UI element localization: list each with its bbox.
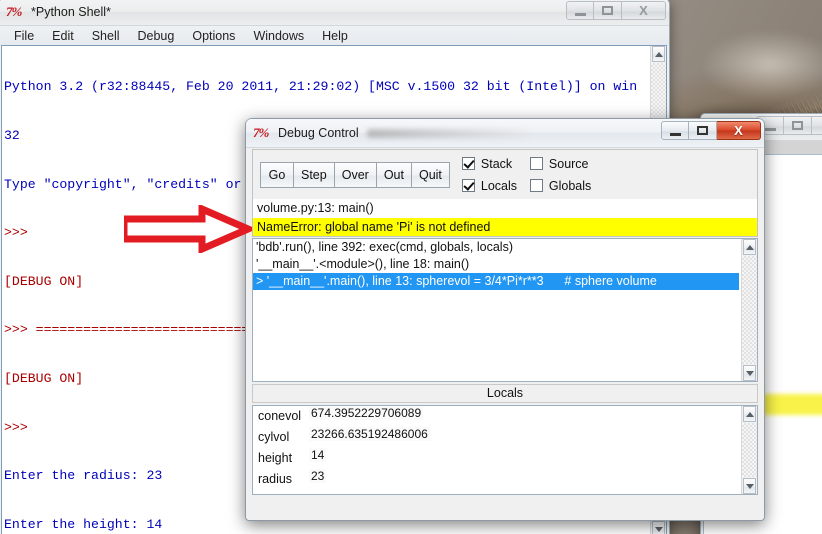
checkbox-source-label: Source (548, 156, 589, 171)
go-button[interactable]: Go (260, 161, 294, 188)
checkbox-globals[interactable]: Globals (529, 178, 592, 193)
scroll-down-icon[interactable] (743, 365, 756, 381)
quit-button[interactable]: Quit (411, 161, 450, 188)
debug-toolbar: Go Step Over Out Quit Stack Source Local… (252, 149, 758, 199)
stack-frame-row[interactable]: '__main__'.<module>(), line 18: main() (253, 256, 739, 273)
local-value: 23 (309, 469, 327, 483)
background-window-buttons[interactable]: X (756, 116, 822, 135)
local-variable-row: radius 23 (253, 469, 739, 493)
over-button[interactable]: Over (334, 161, 377, 188)
debug-control-title: Debug Control (278, 126, 359, 140)
python-shell-menubar[interactable]: File Edit Shell Debug Options Windows He… (0, 26, 669, 46)
scroll-up-icon[interactable] (743, 239, 756, 255)
scroll-down-icon[interactable] (652, 521, 665, 534)
menu-item-windows[interactable]: Windows (244, 28, 313, 44)
local-value: 14 (309, 448, 327, 462)
debug-command-buttons[interactable]: Go Step Over Out Quit (260, 161, 450, 188)
local-name: radius (258, 472, 293, 486)
local-name: conevol (258, 409, 302, 423)
scrollbar-track[interactable] (742, 423, 757, 477)
python-shell-window-buttons[interactable]: X (566, 1, 666, 20)
locals-list: conevol 674.3952229706089 cylvol 23266.6… (253, 406, 739, 494)
checkbox-locals[interactable]: Locals (461, 178, 530, 193)
local-value: 674.3952229706089 (309, 406, 424, 420)
checkbox-checked-icon[interactable] (461, 157, 475, 170)
debug-control-titlebar[interactable]: 7% Debug Control X (246, 119, 764, 148)
out-button[interactable]: Out (376, 161, 412, 188)
menu-item-options[interactable]: Options (183, 28, 244, 44)
python-shell-title: *Python Shell* (31, 5, 111, 19)
local-name: cylvol (258, 430, 290, 444)
checkbox-unchecked-icon[interactable] (529, 157, 543, 170)
local-name: height (258, 451, 293, 465)
stack-frame-row[interactable]: 'bdb'.run(), line 392: exec(cmd, globals… (253, 239, 739, 256)
checkbox-source[interactable]: Source (529, 156, 591, 171)
menu-item-debug[interactable]: Debug (129, 28, 184, 44)
debug-stack-scrollbar[interactable] (741, 239, 757, 381)
background-maximize-button[interactable] (784, 116, 812, 135)
checkbox-stack-label: Stack (480, 156, 513, 171)
scroll-up-icon[interactable] (743, 406, 756, 422)
titlebar-blurred-text (366, 128, 529, 138)
scrollbar-track[interactable] (742, 256, 757, 364)
python-tk-icon: 7% (6, 4, 22, 19)
background-close-button[interactable]: X (812, 116, 822, 135)
console-line: Python 3.2 (r32:88445, Feb 20 2011, 21:2… (4, 79, 638, 95)
locals-panel-header: Locals (252, 384, 758, 403)
debug-stack-list[interactable]: 'bdb'.run(), line 392: exec(cmd, globals… (253, 239, 739, 381)
scroll-up-icon[interactable] (652, 46, 665, 62)
checkbox-locals-label: Locals (480, 178, 518, 193)
scroll-down-icon[interactable] (743, 478, 756, 494)
debug-error-message: NameError: global name 'Pi' is not defin… (252, 218, 758, 237)
step-button[interactable]: Step (294, 161, 335, 188)
python-shell-titlebar[interactable]: 7% *Python Shell* X (0, 0, 669, 26)
debug-control-body: Go Step Over Out Quit Stack Source Local… (252, 149, 758, 514)
menu-item-shell[interactable]: Shell (83, 28, 129, 44)
desktop-screen: X 7% *Python Shell* X File Edit Shell De… (0, 0, 822, 534)
menu-item-edit[interactable]: Edit (43, 28, 83, 44)
debug-status-line: volume.py:13: main() (252, 199, 758, 218)
local-value: 23266.635192486006 (309, 427, 430, 441)
menu-item-file[interactable]: File (5, 28, 43, 44)
checkbox-stack[interactable]: Stack (461, 156, 530, 171)
checkbox-globals-label: Globals (548, 178, 592, 193)
debug-view-checkboxes[interactable]: Stack Source Locals Globals (461, 153, 592, 197)
python-shell-minimize-button[interactable] (566, 1, 594, 20)
stack-frame-row-selected[interactable]: > '__main__'.main(), line 13: spherevol … (253, 273, 739, 290)
debug-control-window[interactable]: 7% Debug Control X Go Step Over Out Quit (245, 118, 765, 521)
debug-close-button[interactable]: X (717, 121, 761, 140)
checkbox-unchecked-icon[interactable] (529, 179, 543, 192)
debug-stack-panel[interactable]: 'bdb'.run(), line 392: exec(cmd, globals… (252, 238, 758, 382)
checkbox-checked-icon[interactable] (461, 179, 475, 192)
debug-minimize-button[interactable] (661, 121, 689, 140)
debug-maximize-button[interactable] (689, 121, 717, 140)
menu-item-help[interactable]: Help (313, 28, 357, 44)
locals-panel[interactable]: conevol 674.3952229706089 cylvol 23266.6… (252, 405, 758, 495)
python-shell-maximize-button[interactable] (594, 1, 622, 20)
locals-scrollbar[interactable] (741, 406, 757, 494)
debug-control-window-buttons[interactable]: X (661, 121, 761, 140)
python-tk-icon: 7% (253, 125, 269, 140)
python-shell-close-button[interactable]: X (622, 1, 666, 20)
